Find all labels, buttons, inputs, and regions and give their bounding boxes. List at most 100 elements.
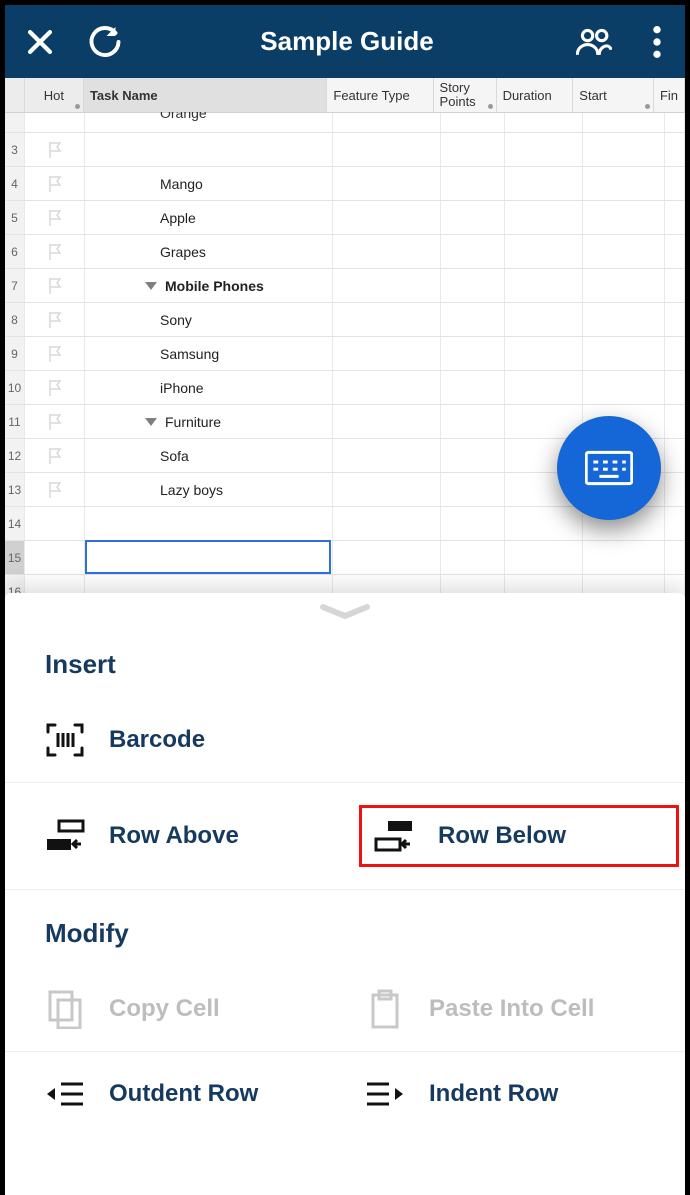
cell[interactable] [665,371,685,404]
task-cell[interactable]: Sofa [85,439,333,472]
cell[interactable] [441,201,505,234]
cell[interactable] [333,541,441,574]
cell[interactable] [505,269,583,302]
table-row[interactable]: 15 [5,541,685,575]
table-row[interactable]: 8Sony [5,303,685,337]
table-row[interactable]: 5 Apple [5,201,685,235]
table-row[interactable]: Orange [5,113,685,133]
row-number[interactable]: 5 [5,201,25,234]
cell[interactable] [505,303,583,336]
cell[interactable] [441,541,505,574]
row-below-item[interactable]: Row Below [359,805,679,867]
task-cell[interactable] [85,133,333,166]
row-number[interactable]: 14 [5,507,25,540]
flag-cell[interactable] [25,113,85,132]
cell[interactable] [665,235,685,268]
cell[interactable] [333,235,441,268]
cell[interactable] [333,269,441,302]
cell[interactable] [505,337,583,370]
flag-cell[interactable] [25,201,85,234]
cell[interactable] [665,113,685,132]
cell[interactable] [583,303,665,336]
col-feature[interactable]: Feature Type [327,78,433,112]
row-number[interactable]: 7 [5,269,25,302]
cell[interactable] [583,133,665,166]
cell[interactable] [505,201,583,234]
cell[interactable] [665,473,685,506]
cell[interactable] [333,405,441,438]
cell[interactable] [665,167,685,200]
col-start[interactable]: Start [573,78,654,112]
cell[interactable] [333,507,441,540]
flag-cell[interactable] [25,405,85,438]
cell[interactable] [583,201,665,234]
cell[interactable] [333,303,441,336]
row-number[interactable]: 4 [5,167,25,200]
cell[interactable] [665,303,685,336]
row-number[interactable]: 13 [5,473,25,506]
table-row[interactable]: 6Grapes [5,235,685,269]
task-cell[interactable]: Orange [85,113,333,132]
cell[interactable] [333,439,441,472]
flag-cell[interactable] [25,269,85,302]
caret-down-icon[interactable] [145,282,157,290]
row-number[interactable]: 15 [5,541,25,574]
more-button[interactable] [629,26,685,58]
row-number[interactable]: 10 [5,371,25,404]
table-row[interactable]: 9 Samsung [5,337,685,371]
row-number[interactable]: 3 [5,133,25,166]
flag-cell[interactable] [25,371,85,404]
cell[interactable] [583,371,665,404]
task-cell[interactable]: Mobile Phones [85,269,333,302]
cell[interactable] [505,113,583,132]
cell[interactable] [583,113,665,132]
cell[interactable] [665,507,685,540]
cell[interactable] [505,371,583,404]
cell[interactable] [505,167,583,200]
cell[interactable] [441,113,505,132]
task-cell[interactable]: Mango [85,167,333,200]
row-number[interactable]: 6 [5,235,25,268]
cell[interactable] [441,167,505,200]
cell[interactable] [505,507,583,540]
task-cell[interactable]: Samsung [85,337,333,370]
task-cell[interactable] [85,507,333,540]
cell[interactable] [333,133,441,166]
task-cell[interactable]: iPhone [85,371,333,404]
cell[interactable] [333,167,441,200]
keyboard-fab[interactable] [557,416,661,520]
flag-cell[interactable] [25,303,85,336]
task-cell[interactable]: Apple [85,201,333,234]
outdent-item[interactable]: Outdent Row [45,1074,365,1114]
cell[interactable] [665,269,685,302]
cell[interactable] [441,269,505,302]
refresh-button[interactable] [75,24,135,60]
row-number[interactable] [5,113,25,132]
row-number[interactable]: 9 [5,337,25,370]
col-hot[interactable]: Hot [25,78,84,112]
cell[interactable] [333,371,441,404]
cell[interactable] [441,473,505,506]
cell[interactable] [665,201,685,234]
cell[interactable] [583,541,665,574]
cell[interactable] [333,337,441,370]
row-number[interactable]: 8 [5,303,25,336]
flag-cell[interactable] [25,507,85,540]
col-finish[interactable]: Fin [654,78,685,112]
cell[interactable] [441,337,505,370]
table-row[interactable]: 10 iPhone [5,371,685,405]
flag-cell[interactable] [25,235,85,268]
task-cell[interactable]: Furniture [85,405,333,438]
indent-item[interactable]: Indent Row [365,1074,685,1114]
barcode-item[interactable]: Barcode [45,720,365,760]
flag-cell[interactable] [25,167,85,200]
cell[interactable] [665,133,685,166]
cell[interactable] [441,371,505,404]
table-row[interactable]: 4 Mango [5,167,685,201]
flag-cell[interactable] [25,541,85,574]
cell[interactable] [441,133,505,166]
table-row[interactable]: 3 [5,133,685,167]
col-story[interactable]: Story Points [434,78,497,112]
cell[interactable] [333,113,441,132]
cell[interactable] [583,235,665,268]
